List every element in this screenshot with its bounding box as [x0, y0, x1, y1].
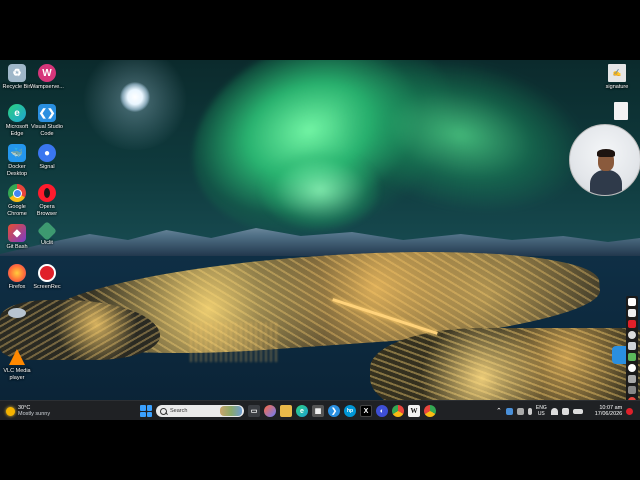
desktop-icon-network-drive[interactable]	[0, 308, 34, 318]
desktop-icon-docker[interactable]: 🐳 Docker Desktop	[0, 144, 34, 177]
onedrive-icon[interactable]	[505, 407, 513, 415]
edge-icon: e	[8, 104, 26, 122]
git-bash-icon: ◆	[8, 224, 26, 242]
chrome-profile-icon[interactable]	[424, 405, 436, 417]
battery-icon[interactable]	[572, 408, 583, 414]
chrome-taskbar-icon[interactable]	[392, 405, 404, 417]
wikipedia-icon[interactable]: W	[408, 405, 420, 417]
weather-widget[interactable]: 30°C Mostly sunny	[6, 403, 50, 419]
webcam-overlay[interactable]	[569, 124, 640, 196]
vlc-icon	[8, 348, 26, 366]
wampserver-icon: W	[38, 64, 56, 82]
desktop-icon-signature[interactable]: ✍ signature	[600, 64, 634, 91]
uiclit-icon	[37, 221, 57, 241]
x-app-icon[interactable]: X	[360, 405, 372, 417]
taskbar-search-box[interactable]: Search	[156, 405, 244, 417]
weather-condition: Mostly sunny	[18, 411, 51, 417]
document-icon	[614, 102, 628, 120]
firefox-icon	[8, 264, 26, 282]
system-tray: ⌃ ENG US 10:07 am 17/06/2026	[496, 403, 634, 419]
aurora-city-wallpaper	[0, 60, 640, 420]
pen-tool-icon[interactable]	[628, 298, 636, 306]
camera-tool-icon[interactable]	[628, 309, 636, 317]
recycle-bin-icon: ♻	[8, 64, 26, 82]
desktop-icon-edge[interactable]: e Microsoft Edge	[0, 104, 34, 137]
search-highlight-art	[220, 406, 242, 416]
screen-tool-icon[interactable]	[628, 386, 636, 394]
speaker-icon[interactable]	[561, 407, 569, 415]
mic-tool-icon[interactable]	[628, 353, 636, 361]
docker-icon: 🐳	[8, 144, 26, 162]
wifi-icon[interactable]	[550, 407, 558, 415]
webcam-tool-icon[interactable]	[628, 364, 636, 372]
desktop-icon-screenrec[interactable]: ScreenRec	[30, 264, 64, 291]
clock-date: 17/06/2026	[594, 411, 623, 417]
signature-file-icon: ✍	[608, 64, 626, 82]
desktop-icon-uiclit[interactable]: Uiclit	[30, 221, 64, 247]
task-view-icon[interactable]: ▭	[248, 405, 260, 417]
chevron-up-icon[interactable]: ⌃	[496, 407, 502, 415]
vscode-icon: ❮❯	[38, 104, 56, 122]
desktop-icon-recycle-bin[interactable]: ♻ Recycle Bin	[0, 64, 34, 91]
file-explorer-icon[interactable]	[280, 405, 292, 417]
recording-side-toolbar	[626, 296, 638, 410]
extension-app-icon[interactable]: ◐	[376, 405, 388, 417]
taskbar-center: Search ▭ e ▦ ❯ hp X ◐ W	[140, 403, 436, 419]
search-placeholder: Search	[170, 408, 188, 414]
desktop-screen: ♻ Recycle Bin W Wampserve... e Microsoft…	[0, 60, 640, 420]
desktop-icon-wampserver[interactable]: W Wampserve...	[30, 64, 64, 91]
speaker-tool-icon[interactable]	[628, 375, 636, 383]
desktop-icon-vscode[interactable]: ❮❯ Visual Studio Code	[30, 104, 64, 137]
clock[interactable]: 10:07 am 17/06/2026	[595, 405, 623, 418]
desktop-icon-git-bash[interactable]: ◆ Git Bash	[0, 224, 34, 251]
vscode-taskbar-icon[interactable]: ❯	[328, 405, 340, 417]
opera-icon	[38, 184, 56, 202]
desktop-icon-file[interactable]	[604, 102, 638, 120]
signal-icon: ●	[38, 144, 56, 162]
search-icon	[160, 407, 167, 415]
hp-icon[interactable]: hp	[344, 405, 356, 417]
copilot-icon[interactable]	[264, 405, 276, 417]
network-drive-icon	[8, 308, 26, 318]
chrome-icon	[8, 184, 26, 202]
moon	[120, 82, 150, 112]
screenrec-icon	[38, 264, 56, 282]
desktop-icon-signal[interactable]: ● Signal	[30, 144, 64, 171]
language-indicator[interactable]: ENG US	[536, 405, 547, 417]
record-tool-icon[interactable]	[628, 320, 636, 328]
notification-icon[interactable]	[626, 407, 634, 415]
desktop-icon-firefox[interactable]: Firefox	[0, 264, 34, 291]
circle-tool-icon[interactable]	[628, 331, 636, 339]
desktop-icon-chrome[interactable]: Google Chrome	[0, 184, 34, 217]
sun-icon	[6, 406, 15, 416]
desktop-icon-opera[interactable]: Opera Browser	[30, 184, 64, 217]
calculator-icon[interactable]: ▦	[312, 405, 324, 417]
edge-taskbar-icon[interactable]: e	[296, 405, 308, 417]
settings-tool-icon[interactable]	[628, 342, 636, 350]
taskbar: 30°C Mostly sunny Search ▭ e ▦ ❯ hp X ◐ …	[0, 400, 640, 420]
windows-start-icon[interactable]	[140, 405, 152, 417]
microphone-icon[interactable]	[527, 407, 532, 415]
desktop-icon-vlc[interactable]: VLC Media player	[0, 348, 34, 381]
tray-app-icon[interactable]	[516, 407, 524, 415]
